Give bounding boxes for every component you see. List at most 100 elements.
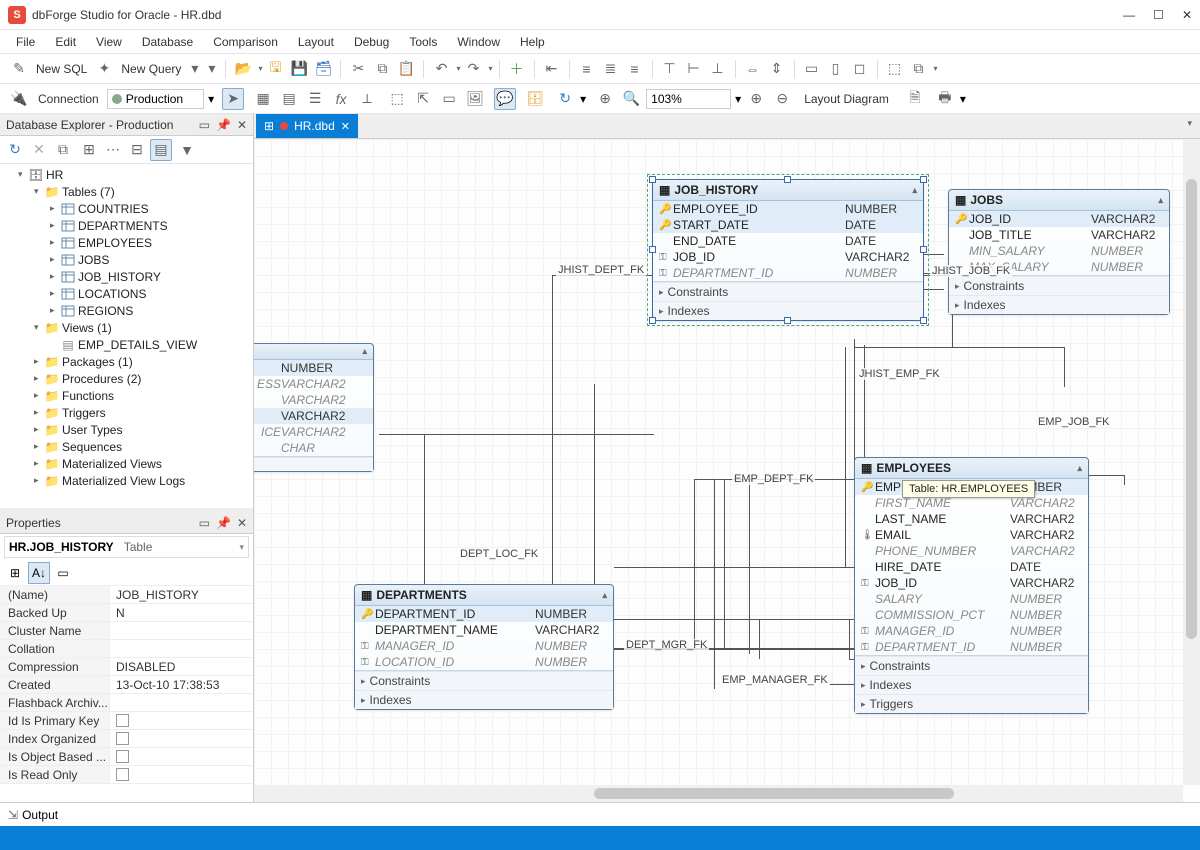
image-icon[interactable]: 🖼 bbox=[464, 88, 486, 110]
comment-icon[interactable]: 💬 bbox=[494, 88, 516, 110]
explorer-tree[interactable]: 🗄HR📁Tables (7)COUNTRIESDEPARTMENTSEMPLOY… bbox=[0, 164, 253, 508]
props-pages-icon[interactable]: ▭ bbox=[52, 562, 74, 584]
menu-window[interactable]: Window bbox=[449, 33, 508, 51]
tree-view-emp_details_view[interactable]: ▤EMP_DETAILS_VIEW bbox=[2, 336, 253, 353]
prop-row[interactable]: Is Read Only bbox=[0, 766, 253, 784]
props-dock-icon[interactable]: ▭ bbox=[199, 516, 210, 530]
table-jobs[interactable]: ▦JOBS▴🔑JOB_IDVARCHAR2JOB_TITLEVARCHAR2MI… bbox=[948, 189, 1170, 315]
vertical-scrollbar[interactable] bbox=[1183, 139, 1200, 785]
grid-toggle-icon[interactable]: ▦ bbox=[252, 88, 274, 110]
tab-overflow-icon[interactable]: ▾ bbox=[1179, 114, 1200, 138]
prop-row[interactable]: Index Organized bbox=[0, 730, 253, 748]
prop-row[interactable]: Is Object Based ... bbox=[0, 748, 253, 766]
distribute-v-icon[interactable]: ⇕ bbox=[766, 58, 788, 80]
tree-tables-folder[interactable]: 📁Tables (7) bbox=[2, 183, 253, 200]
align-left-icon[interactable]: ≡ bbox=[576, 58, 598, 80]
menu-comparison[interactable]: Comparison bbox=[205, 33, 286, 51]
list-icon[interactable]: ☰ bbox=[304, 88, 326, 110]
props-sort-az-icon[interactable]: A↓ bbox=[28, 562, 50, 584]
tree-table-countries[interactable]: COUNTRIES bbox=[2, 200, 253, 217]
preview-icon[interactable]: 🗎 bbox=[904, 88, 926, 110]
tree-table-job_history[interactable]: JOB_HISTORY bbox=[2, 268, 253, 285]
prop-row[interactable]: (Name)JOB_HISTORY bbox=[0, 586, 253, 604]
tree-folder-functions[interactable]: 📁Functions bbox=[2, 387, 253, 404]
tree-folder-sequences[interactable]: 📁Sequences bbox=[2, 438, 253, 455]
tree-table-employees[interactable]: EMPLOYEES bbox=[2, 234, 253, 251]
menu-file[interactable]: File bbox=[8, 33, 43, 51]
horizontal-scrollbar[interactable] bbox=[254, 785, 1183, 802]
prop-row[interactable]: Id Is Primary Key bbox=[0, 712, 253, 730]
open-icon[interactable]: 📂 bbox=[232, 58, 254, 80]
cut-icon[interactable]: ✂ bbox=[347, 58, 369, 80]
tree-folder-materialized-views[interactable]: 📁Materialized Views bbox=[2, 455, 253, 472]
add-icon[interactable]: ＋ bbox=[506, 58, 528, 80]
rel-emp-dept-fk[interactable]: EMP_DEPT_FK bbox=[732, 473, 815, 485]
prop-row[interactable]: Collation bbox=[0, 640, 253, 658]
structure-icon-2[interactable]: ⋯ bbox=[102, 139, 124, 161]
table-departments[interactable]: ▦DEPARTMENTS▴🔑DEPARTMENT_IDNUMBERDEPARTM… bbox=[354, 584, 614, 710]
prop-row[interactable]: CompressionDISABLED bbox=[0, 658, 253, 676]
menu-view[interactable]: View bbox=[88, 33, 130, 51]
zoom-out-icon[interactable]: ⊖ bbox=[771, 88, 793, 110]
properties-path[interactable]: HR.JOB_HISTORY Table ▾ bbox=[4, 536, 249, 558]
panel-pin-icon[interactable]: 📌 bbox=[216, 118, 231, 132]
align-right-icon[interactable]: ≡ bbox=[624, 58, 646, 80]
note-icon[interactable]: ▭ bbox=[438, 88, 460, 110]
print-icon[interactable]: 🖶 bbox=[934, 88, 956, 110]
tree-folder-materialized-view-logs[interactable]: 📁Materialized View Logs bbox=[2, 472, 253, 489]
table-icon[interactable]: ▤ bbox=[278, 88, 300, 110]
table-partial[interactable]: ▴ NUMBERESSVARCHAR2VARCHAR2VARCHAR2ICEVA… bbox=[254, 343, 374, 472]
delete-icon[interactable]: ✕ bbox=[28, 139, 50, 161]
tree-table-regions[interactable]: REGIONS bbox=[2, 302, 253, 319]
structure-icon-1[interactable]: ⊞ bbox=[78, 139, 100, 161]
menu-tools[interactable]: Tools bbox=[401, 33, 445, 51]
menu-help[interactable]: Help bbox=[512, 33, 553, 51]
tree-table-departments[interactable]: DEPARTMENTS bbox=[2, 217, 253, 234]
dropdown-2[interactable]: ▾ bbox=[204, 58, 219, 80]
props-close-icon[interactable]: ✕ bbox=[237, 516, 247, 530]
rel-dept-loc-fk[interactable]: DEPT_LOC_FK bbox=[458, 548, 540, 560]
menu-debug[interactable]: Debug bbox=[346, 33, 397, 51]
zoom-area-icon[interactable]: ⊕ bbox=[594, 88, 616, 110]
save-all-icon[interactable]: 🗃 bbox=[312, 58, 334, 80]
tree-folder-triggers[interactable]: 📁Triggers bbox=[2, 404, 253, 421]
export-icon[interactable]: ⇱ bbox=[412, 88, 434, 110]
rel-jhist-job-fk[interactable]: JHIST_JOB_FK bbox=[930, 265, 1012, 277]
align-left-edge-icon[interactable]: ⇤ bbox=[541, 58, 563, 80]
rel-jhist-emp-fk[interactable]: JHIST_EMP_FK bbox=[857, 368, 942, 380]
maximize-button[interactable]: ☐ bbox=[1153, 8, 1164, 22]
tree-folder-packages-[interactable]: 📁Packages (1) bbox=[2, 353, 253, 370]
paste-icon[interactable]: 📋 bbox=[395, 58, 417, 80]
rel-jhist-dept-fk[interactable]: JHIST_DEPT_FK bbox=[556, 264, 646, 276]
tree-table-jobs[interactable]: JOBS bbox=[2, 251, 253, 268]
diagram-canvas[interactable]: ▦JOB_HISTORY▴🔑EMPLOYEE_IDNUMBER🔑START_DA… bbox=[254, 139, 1200, 802]
layout-diagram-button[interactable]: Layout Diagram bbox=[797, 89, 896, 109]
new-sql-button[interactable]: New SQL bbox=[32, 62, 91, 76]
undo-icon[interactable]: ↶ bbox=[430, 58, 452, 80]
distribute-h-icon[interactable]: ⇔ bbox=[742, 58, 764, 80]
rel-emp-job-fk[interactable]: EMP_JOB_FK bbox=[1036, 416, 1112, 428]
same-size-icon[interactable]: ◻ bbox=[849, 58, 871, 80]
align-top-icon[interactable]: ⊤ bbox=[659, 58, 681, 80]
same-width-icon[interactable]: ▭ bbox=[801, 58, 823, 80]
structure-icon-4[interactable]: ▤ bbox=[150, 139, 172, 161]
dropdown-1[interactable]: ▾ bbox=[187, 58, 202, 80]
zoom-in-icon[interactable]: ⊕ bbox=[745, 88, 767, 110]
tree-views-folder[interactable]: 📁Views (1) bbox=[2, 319, 253, 336]
prop-row[interactable]: Flashback Archiv... bbox=[0, 694, 253, 712]
filter-icon[interactable]: ▼ bbox=[176, 139, 198, 161]
close-button[interactable]: ✕ bbox=[1182, 8, 1192, 22]
refresh-icon[interactable]: ↻ bbox=[554, 88, 576, 110]
tab-close-icon[interactable]: ✕ bbox=[341, 120, 350, 133]
output-bar[interactable]: ⇲ Output bbox=[0, 802, 1200, 826]
refresh-explorer-icon[interactable]: ↻ bbox=[4, 139, 26, 161]
pointer-tool-icon[interactable]: ➤ bbox=[222, 88, 244, 110]
misc-icon-2[interactable]: ⧉ bbox=[908, 58, 930, 80]
minimize-button[interactable]: — bbox=[1123, 8, 1135, 22]
misc-icon-1[interactable]: ⬚ bbox=[884, 58, 906, 80]
connection-icon[interactable]: 🔌 bbox=[8, 88, 30, 110]
align-middle-icon[interactable]: ⊢ bbox=[683, 58, 705, 80]
relationship-icon[interactable]: ⟂ bbox=[356, 88, 378, 110]
new-query-button[interactable]: New Query bbox=[117, 62, 185, 76]
zoom-input[interactable] bbox=[646, 89, 731, 109]
